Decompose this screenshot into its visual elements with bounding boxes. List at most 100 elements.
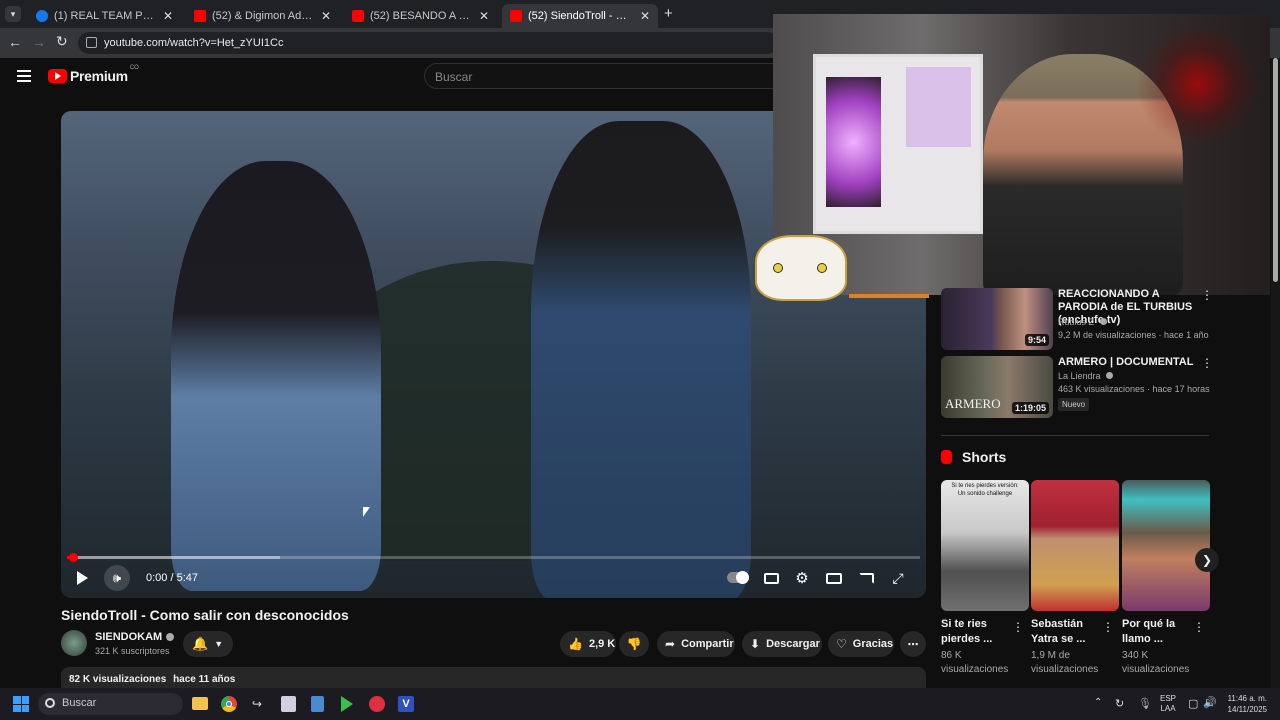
shorts-next-button[interactable]: ❯ (1195, 548, 1219, 572)
mouse-cursor-icon (363, 507, 370, 517)
language-indicator[interactable]: ESP LAA (1160, 694, 1176, 714)
new-tab-button[interactable]: + (664, 5, 673, 22)
recommendation-item[interactable]: ARMERO 1:19:05 ARMERO | DOCUMENTAL La Li… (941, 356, 1213, 418)
windows-start-icon[interactable] (13, 696, 29, 712)
reload-icon[interactable]: ↻ (56, 33, 68, 50)
tray-chevron-icon[interactable]: ⌃ (1094, 697, 1102, 708)
new-badge: Nuevo (1058, 398, 1090, 411)
autoplay-toggle[interactable] (727, 571, 749, 584)
tray-app-icon[interactable]: ↻ (1115, 697, 1124, 710)
forward-icon[interactable]: → (32, 34, 46, 50)
thumbs-up-icon: 👍 (568, 637, 583, 651)
youtube-icon (510, 10, 522, 22)
channel-avatar[interactable] (61, 630, 87, 656)
verified-icon (1099, 318, 1107, 325)
browser-tab-active[interactable]: (52) SiendoTroll - Como salir co ✕ (502, 4, 658, 28)
microphone-icon[interactable]: 🎙 (1138, 697, 1152, 710)
facebook-icon (36, 10, 48, 22)
app-icon[interactable] (369, 696, 385, 712)
clock[interactable]: 11:46 a. m. 14/11/2025 (1223, 693, 1267, 715)
more-icon[interactable]: ⋮ (1201, 356, 1213, 370)
short-thumbnail (1031, 480, 1119, 611)
verified-icon (1106, 372, 1114, 379)
play-button[interactable] (69, 565, 95, 591)
browser-tab[interactable]: (52) BESANDO A MUJERES DES ✕ (344, 4, 497, 28)
chevron-right-icon: ❯ (1201, 553, 1213, 567)
thumbs-down-icon: 👎 (626, 637, 642, 651)
download-icon: ⬇ (750, 637, 761, 651)
short-views: 340 K visualizaciones (1122, 650, 1190, 675)
page-scrollbar[interactable] (1271, 58, 1280, 688)
progress-scrubber[interactable] (69, 553, 78, 562)
youtube-icon (352, 10, 364, 22)
dislike-button[interactable]: 👎 (619, 631, 649, 657)
chevron-down-icon: ▼ (214, 639, 224, 649)
duration-badge: 1:19:05 (1011, 402, 1049, 414)
subtitles-icon[interactable] (758, 565, 784, 591)
notifications-button[interactable]: 🔔 ▼ (183, 631, 233, 657)
thanks-button[interactable]: ♡ Gracias (828, 631, 894, 657)
settings-icon[interactable]: ⚙ (789, 565, 815, 591)
volume-button[interactable]: 🕪 (104, 565, 130, 591)
recommendation-meta: 9,2 M de visualizaciones · hace 1 año (1058, 330, 1209, 340)
theater-mode-icon[interactable] (821, 565, 847, 591)
search-input[interactable]: Buscar (424, 63, 784, 89)
short-item[interactable]: Si te ries pierdes versión: Un sonido ch… (941, 480, 1029, 680)
recommendation-channel: Rubius Z (1058, 317, 1107, 327)
close-tab-icon[interactable]: ✕ (321, 9, 331, 23)
thumbnail-text: Si te ries pierdes versión: Un sonido ch… (951, 483, 1019, 497)
like-button[interactable]: 👍 2,9 K (560, 631, 616, 657)
subscriber-count: 321 K suscriptores (95, 646, 170, 656)
description-box[interactable]: 82 K visualizaciones hace 11 años (61, 667, 926, 688)
calculator-icon[interactable] (311, 696, 324, 712)
short-item[interactable]: Sebastián Yatra se ... 1,9 M de visualiz… (1031, 480, 1119, 680)
more-icon[interactable]: ⋮ (1193, 620, 1205, 634)
cast-icon[interactable] (853, 565, 879, 591)
video-frame-person-right (531, 121, 751, 598)
progress-track[interactable] (67, 553, 920, 562)
channel-name[interactable]: SIENDOKAM (95, 631, 175, 643)
back-icon[interactable]: ← (8, 34, 22, 50)
youtube-logo[interactable]: Premium CO (48, 65, 139, 84)
app-icon[interactable] (281, 696, 296, 712)
browser-tab[interactable]: (52) & Digimon Adventure — E ✕ (186, 4, 339, 28)
app-icon[interactable]: ↪ (252, 697, 262, 711)
more-icon[interactable]: ⋮ (1201, 288, 1213, 302)
close-tab-icon[interactable]: ✕ (479, 9, 489, 23)
play-icon (76, 571, 88, 585)
scrollbar-thumb[interactable] (1273, 58, 1278, 282)
volume-icon[interactable]: 🔊 (1203, 696, 1217, 709)
chrome-icon[interactable] (221, 696, 237, 712)
close-tab-icon[interactable]: ✕ (640, 9, 650, 23)
more-icon[interactable]: ⋮ (1102, 620, 1114, 634)
orange-frame-accent (849, 294, 929, 298)
media-player-icon[interactable] (341, 696, 353, 712)
address-bar[interactable]: youtube.com/watch?v=Het_zYUI1Cc (78, 32, 778, 54)
video-frame-person-left (171, 161, 381, 591)
more-icon: ⋯ (907, 638, 919, 651)
file-explorer-icon[interactable] (192, 697, 208, 710)
country-code: CO (129, 65, 139, 71)
short-title: Si te ries pierdes ... (941, 618, 993, 645)
network-icon[interactable]: ▢ (1188, 697, 1198, 710)
divider (941, 435, 1209, 436)
more-actions-button[interactable]: ⋯ (900, 631, 926, 657)
fullscreen-icon[interactable]: ⤢ (885, 565, 911, 591)
recommendation-item[interactable]: 9:54 REACCIONANDO A PARODIA de EL TURBIU… (941, 288, 1213, 350)
recommendation-title[interactable]: ARMERO | DOCUMENTAL (1058, 356, 1198, 369)
share-button[interactable]: ➦ Compartir (657, 631, 735, 657)
more-icon[interactable]: ⋮ (1012, 620, 1024, 634)
browser-tab[interactable]: (1) REAL TEAM PRRAS! | Facebo ✕ (28, 4, 181, 28)
short-item[interactable]: Por qué la llamo ... 340 K visualizacion… (1122, 480, 1210, 680)
download-button[interactable]: ⬇ Descargar (742, 631, 822, 657)
webcam-pc-case (813, 54, 983, 234)
short-title: Por qué la llamo ... (1122, 618, 1176, 645)
bell-icon: 🔔 (192, 636, 209, 651)
tab-search-button[interactable]: ▾ (5, 6, 21, 22)
site-info-icon[interactable] (86, 37, 97, 48)
taskbar-search[interactable]: Buscar (38, 693, 183, 715)
app-icon[interactable]: V (398, 696, 414, 712)
youtube-icon (194, 10, 206, 22)
close-tab-icon[interactable]: ✕ (163, 9, 173, 23)
menu-icon[interactable] (17, 70, 31, 82)
